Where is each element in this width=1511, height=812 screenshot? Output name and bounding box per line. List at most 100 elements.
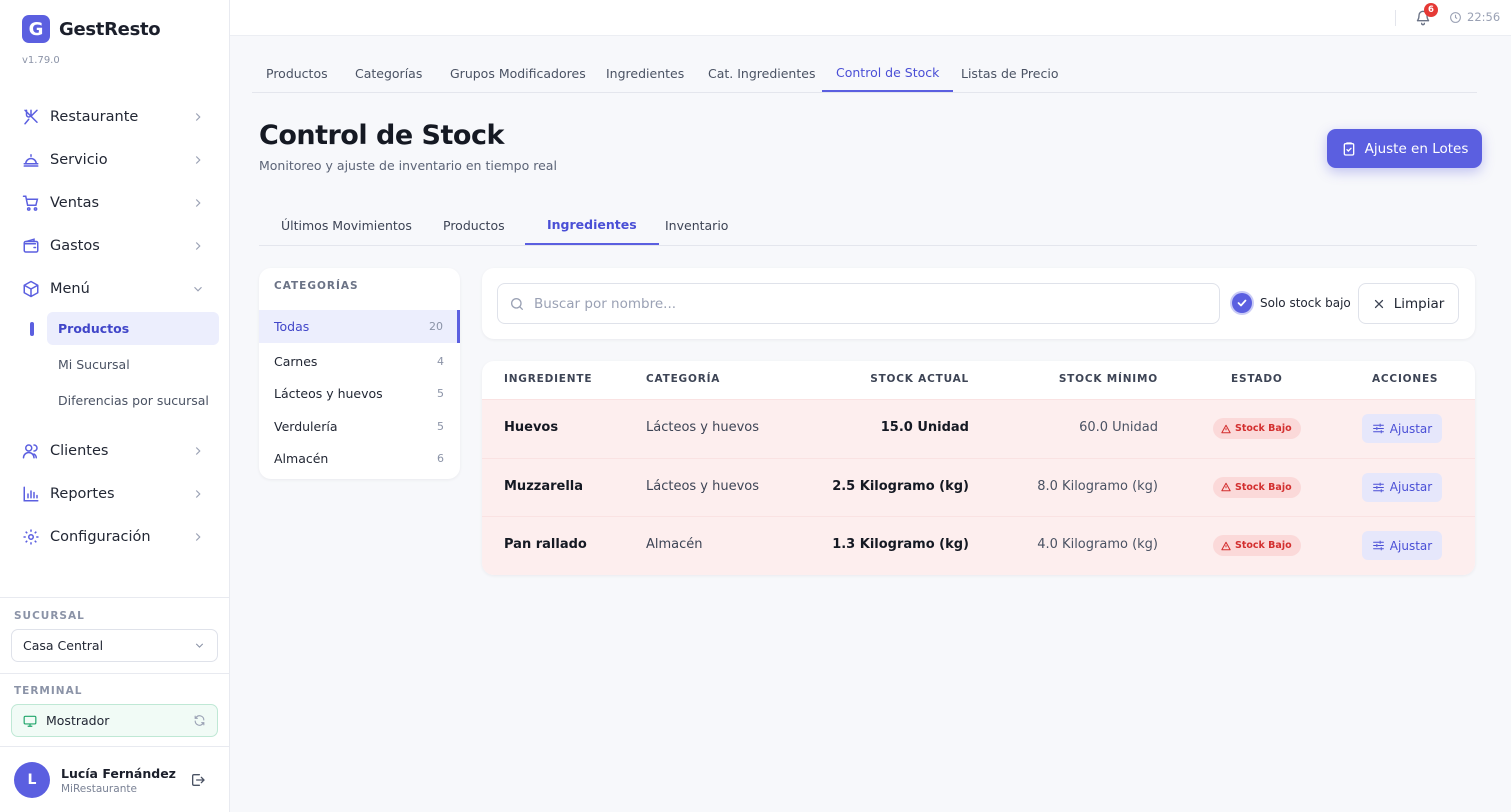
nav-reportes[interactable]: Reportes (0, 476, 229, 512)
bar-chart-icon (22, 485, 40, 503)
chevron-right-icon (195, 533, 201, 541)
category-label: Carnes (274, 354, 318, 369)
users-icon (22, 442, 40, 460)
category-count: 5 (437, 387, 444, 400)
category-label: Todas (274, 319, 310, 334)
subtab-inventario[interactable]: Inventario (643, 206, 750, 245)
branch-caption: SUCURSAL (14, 610, 85, 622)
adjust-button[interactable]: Ajustar (1362, 531, 1442, 560)
search-input[interactable] (497, 283, 1220, 324)
refresh-icon[interactable] (193, 714, 206, 727)
tab-listas-de-precio[interactable]: Listas de Precio (947, 55, 1072, 92)
sub-tabs: Últimos Movimientos Productos Ingredient… (259, 206, 1477, 246)
active-indicator (30, 322, 34, 336)
low-stock-checkbox[interactable] (1232, 293, 1252, 313)
warning-icon (1221, 424, 1231, 433)
status-text: Stock Bajo (1235, 481, 1292, 493)
nav-restaurante[interactable]: Restaurante (0, 99, 229, 135)
tab-grupos-modificadores[interactable]: Grupos Modificadores (436, 55, 600, 92)
warning-icon (1221, 541, 1231, 550)
adjust-button[interactable]: Ajustar (1362, 472, 1442, 502)
status-badge: Stock Bajo (1213, 476, 1301, 498)
table-row[interactable]: Pan rallado Almacén 1.3 Kilogramo (kg) 4… (482, 516, 1475, 575)
nav-menu[interactable]: Menú (0, 271, 229, 307)
column-header-stock-actual[interactable]: STOCK ACTUAL (870, 373, 969, 385)
subtab-ingredientes[interactable]: Ingredientes (525, 206, 659, 245)
nav-ventas[interactable]: Ventas (0, 185, 229, 221)
table-row[interactable]: Huevos Lácteos y huevos 15.0 Unidad 60.0… (482, 399, 1475, 458)
column-header-acciones: ACCIONES (1372, 373, 1439, 385)
category-count: 4 (437, 355, 444, 368)
category-item-carnes[interactable]: Carnes 4 (259, 345, 460, 378)
adjust-label: Ajustar (1389, 421, 1433, 436)
branch-value: Casa Central (23, 638, 104, 653)
category-count: 6 (437, 452, 444, 465)
terminal-select[interactable]: Mostrador (11, 704, 218, 737)
nav-servicio[interactable]: Servicio (0, 142, 229, 178)
nav-configuracion[interactable]: Configuración (0, 519, 229, 555)
submenu-diferencias[interactable]: Diferencias por sucursal (47, 384, 219, 417)
column-header-estado[interactable]: ESTADO (1231, 373, 1283, 385)
status-text: Stock Bajo (1235, 540, 1292, 551)
tab-categorias[interactable]: Categorías (341, 55, 436, 92)
chevron-right-icon (195, 156, 201, 164)
tab-cat-ingredientes[interactable]: Cat. Ingredientes (694, 55, 829, 92)
sliders-icon (1372, 540, 1384, 551)
page-subtitle: Monitoreo y ajuste de inventario en tiem… (259, 158, 557, 173)
chevron-right-icon (195, 113, 201, 121)
nav-gastos[interactable]: Gastos (0, 228, 229, 264)
filters-bar: Solo stock bajo Limpiar (482, 268, 1475, 339)
tab-productos[interactable]: Productos (252, 55, 342, 92)
cell-ingredient: Muzzarella (504, 478, 584, 494)
column-header-categoria[interactable]: CATEGORÍA (646, 373, 720, 385)
divider (0, 746, 229, 747)
nav-label: Ventas (50, 195, 100, 211)
category-count: 20 (429, 320, 443, 333)
chevron-down-icon (194, 286, 202, 292)
close-icon (1374, 299, 1383, 308)
topbar: 6 22:56 (230, 0, 1511, 36)
search-icon (511, 298, 523, 310)
notification-badge: 6 (1424, 3, 1438, 17)
cell-stock-actual: 2.5 Kilogramo (kg) (832, 478, 969, 494)
tab-ingredientes[interactable]: Ingredientes (592, 55, 698, 92)
category-item-todas[interactable]: Todas 20 (259, 310, 460, 343)
nav-clientes[interactable]: Clientes (0, 433, 229, 469)
submenu-productos[interactable]: Productos (47, 312, 219, 345)
category-item-verduleria[interactable]: Verdulería 5 (259, 410, 460, 443)
batch-adjust-button[interactable]: Ajuste en Lotes (1327, 129, 1482, 168)
box-icon (22, 280, 40, 298)
status-badge: Stock Bajo (1213, 418, 1301, 439)
logout-icon[interactable] (190, 772, 206, 788)
low-stock-toggle[interactable]: Solo stock bajo (1232, 293, 1351, 313)
clock-icon (1450, 12, 1461, 23)
check-icon (1237, 299, 1247, 307)
category-item-almacen[interactable]: Almacén 6 (259, 442, 460, 475)
divider (0, 597, 229, 598)
adjust-button[interactable]: Ajustar (1362, 414, 1442, 443)
chevron-down-icon (195, 643, 204, 648)
chevron-right-icon (195, 490, 201, 498)
tab-control-de-stock[interactable]: Control de Stock (822, 55, 954, 92)
cell-stock-minimo: 4.0 Kilogramo (kg) (1037, 537, 1158, 552)
column-header-ingrediente[interactable]: INGREDIENTE (504, 373, 592, 385)
app-logo[interactable]: G GestResto (22, 15, 161, 43)
sidebar: G GestResto v1.79.0 Restaurante Servicio… (0, 0, 230, 812)
subtab-productos[interactable]: Productos (421, 206, 527, 245)
column-header-stock-minimo[interactable]: STOCK MÍNIMO (1059, 373, 1158, 385)
subtab-ultimos-movimientos[interactable]: Últimos Movimientos (259, 206, 434, 245)
cloche-icon (22, 151, 40, 169)
clipboard-check-icon (1343, 141, 1354, 156)
submenu-mi-sucursal[interactable]: Mi Sucursal (47, 348, 219, 381)
nav-label: Menú (50, 281, 90, 297)
wallet-icon (22, 237, 40, 255)
branch-select[interactable]: Casa Central (11, 629, 218, 662)
category-item-lacteos[interactable]: Lácteos y huevos 5 (259, 377, 460, 410)
cart-icon (22, 194, 40, 212)
table-row[interactable]: Muzzarella Lácteos y huevos 2.5 Kilogram… (482, 457, 1475, 516)
app-version: v1.79.0 (22, 55, 60, 66)
user-profile[interactable]: L Lucía Fernández MiRestaurante (14, 762, 176, 798)
clear-button[interactable]: Limpiar (1358, 283, 1459, 324)
user-org: MiRestaurante (61, 782, 137, 795)
nav-label: Restaurante (50, 109, 139, 125)
